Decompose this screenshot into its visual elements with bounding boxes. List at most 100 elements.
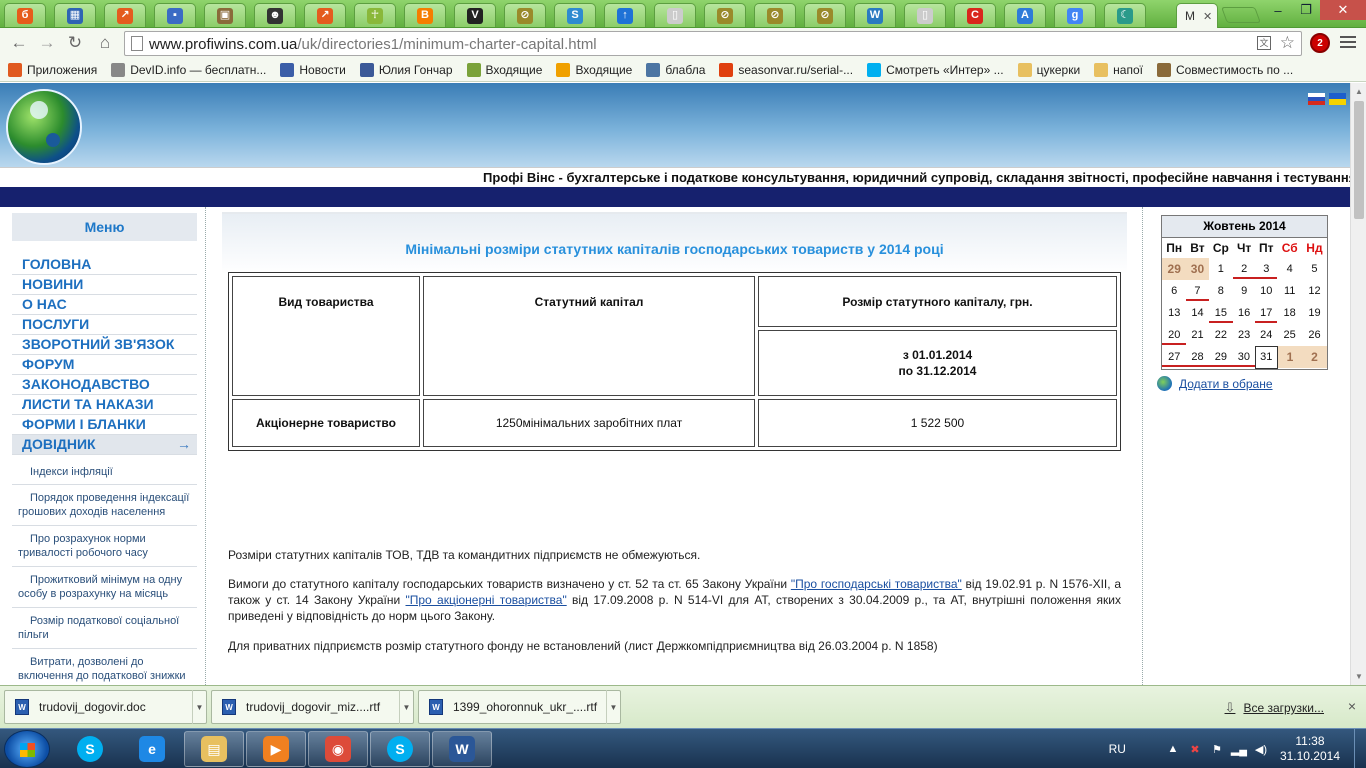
new-tab-button[interactable]	[1221, 7, 1261, 23]
home-icon[interactable]: ⌂	[94, 33, 116, 53]
back-arrow-icon[interactable]: ←	[8, 33, 30, 53]
taskbar-app[interactable]: ▤	[184, 731, 244, 767]
browser-tab-active[interactable]: М ✕	[1176, 3, 1218, 28]
calendar-day[interactable]: 25	[1277, 324, 1301, 346]
tray-arrow-icon[interactable]: ▲	[1166, 742, 1180, 756]
taskbar-app[interactable]: e	[122, 731, 182, 767]
browser-tab[interactable]: ⊘	[804, 3, 846, 27]
calendar-day[interactable]: 4	[1277, 258, 1301, 280]
bookmark-item[interactable]: seasonvar.ru/serial-...	[719, 62, 853, 77]
menu-item[interactable]: ЗАКОНОДАВСТВО	[12, 375, 197, 395]
submenu-item[interactable]: Прожитковий мінімум на одну особу в розр…	[12, 567, 197, 608]
reload-icon[interactable]: ↻	[64, 33, 86, 53]
submenu-item[interactable]: Розмір податкової соціальної пільги	[12, 608, 197, 649]
taskbar-app[interactable]: ◉	[308, 731, 368, 767]
calendar-day[interactable]: 23	[1233, 324, 1255, 346]
taskbar-app[interactable]: W	[432, 731, 492, 767]
calendar-day[interactable]: 7	[1186, 280, 1209, 302]
bookmark-item[interactable]: цукерки	[1017, 62, 1080, 77]
taskbar-app[interactable]: S	[370, 731, 430, 767]
submenu-item[interactable]: Про розрахунок норми тривалості робочого…	[12, 526, 197, 567]
menu-item[interactable]: ДОВІДНИК →	[12, 435, 197, 455]
url-text[interactable]: www.profiwins.com.ua/uk/directories1/min…	[149, 36, 597, 53]
browser-tab[interactable]: C	[954, 3, 996, 27]
site-logo[interactable]	[6, 89, 82, 165]
browser-tab[interactable]: ▯	[654, 3, 696, 27]
close-tab-icon[interactable]: ✕	[1203, 10, 1212, 23]
submenu-item[interactable]: Порядок проведення індексації грошових д…	[12, 485, 197, 526]
bookmark-item[interactable]: DevID.info — бесплатн...	[111, 62, 266, 77]
restore-button[interactable]: ❐	[1292, 0, 1320, 20]
browser-tab[interactable]: ☻	[254, 3, 296, 27]
calendar-day[interactable]: 29	[1208, 346, 1234, 368]
submenu-item[interactable]: Індекси інфляції	[12, 463, 197, 485]
calendar-day[interactable]: 28	[1186, 346, 1209, 368]
calendar-day[interactable]: 16	[1233, 302, 1255, 324]
scroll-up-arrow-icon[interactable]: ▲	[1355, 87, 1363, 96]
close-downloads-button[interactable]: ×	[1348, 698, 1356, 714]
calendar-day[interactable]: 9	[1233, 280, 1255, 302]
translate-icon[interactable]: 文	[1257, 36, 1271, 50]
menu-item[interactable]: ГОЛОВНА	[12, 255, 197, 275]
calendar-day[interactable]: 1	[1209, 258, 1234, 280]
browser-tab[interactable]: ⊘	[704, 3, 746, 27]
calendar-day[interactable]: 30	[1233, 346, 1255, 368]
menu-item[interactable]: ЗВОРОТНИЙ ЗВ'ЯЗОК	[12, 335, 197, 355]
browser-tab[interactable]: A	[1004, 3, 1046, 27]
bookmark-item[interactable]: Смотреть «Интер» ...	[867, 62, 1004, 77]
submenu-item[interactable]: Витрати, дозволені до включення до подат…	[12, 649, 197, 685]
calendar-day[interactable]: 17	[1255, 302, 1278, 324]
browser-tab[interactable]: ↗	[304, 3, 346, 27]
close-window-button[interactable]: ✕	[1320, 0, 1366, 20]
browser-tab[interactable]: g	[1054, 3, 1096, 27]
calendar-day[interactable]: 11	[1277, 280, 1301, 302]
calendar-day[interactable]: 30	[1186, 258, 1209, 280]
calendar-day[interactable]: 24	[1255, 324, 1277, 346]
input-language[interactable]: RU	[1109, 742, 1126, 756]
bookmark-item[interactable]: Приложения	[8, 62, 97, 77]
address-bar[interactable]: www.profiwins.com.ua/uk/directories1/min…	[124, 31, 1302, 56]
flag-tray-icon[interactable]: ⚑	[1210, 742, 1224, 756]
browser-tab[interactable]: B	[404, 3, 446, 27]
calendar-day[interactable]: 22	[1209, 324, 1234, 346]
browser-tab[interactable]: ▯	[904, 3, 946, 27]
browser-tab[interactable]: ☥	[354, 3, 396, 27]
download-menu-chevron-icon[interactable]: ▼	[606, 690, 620, 724]
calendar-day[interactable]: 15	[1208, 302, 1234, 324]
menu-item[interactable]: НОВИНИ	[12, 275, 197, 295]
ukrainian-flag-icon[interactable]	[1329, 93, 1346, 105]
browser-tab[interactable]: V	[454, 3, 496, 27]
menu-item[interactable]: ПОСЛУГИ	[12, 315, 197, 335]
browser-tab[interactable]: S	[554, 3, 596, 27]
download-item[interactable]: Wtrudovij_dogovir.doc ▼	[4, 690, 207, 724]
browser-tab[interactable]: ↗	[104, 3, 146, 27]
law-link-business-companies[interactable]: "Про господарські товариства"	[791, 577, 962, 591]
signal-icon[interactable]: ▂▄	[1231, 742, 1247, 756]
calendar-day[interactable]: 8	[1209, 280, 1234, 302]
page-scrollbar[interactable]: ▲ ▼	[1350, 83, 1366, 685]
calendar-day[interactable]: 21	[1186, 324, 1208, 346]
calendar-day[interactable]: 19	[1302, 302, 1327, 324]
calendar-day[interactable]: 3	[1255, 258, 1278, 280]
calendar-day[interactable]: 29	[1162, 258, 1187, 280]
browser-tab[interactable]: ↑	[604, 3, 646, 27]
forward-arrow-icon[interactable]: →	[36, 33, 58, 53]
calendar-day[interactable]: 5	[1302, 258, 1327, 280]
bookmark-star-icon[interactable]: ☆	[1280, 33, 1295, 53]
browser-tab[interactable]: ▣	[204, 3, 246, 27]
all-downloads-link[interactable]: ⇩ Все загрузки...	[1225, 700, 1324, 716]
calendar-day[interactable]: 20	[1162, 324, 1187, 346]
calendar-day[interactable]: 10	[1255, 280, 1277, 302]
calendar-day[interactable]: 27	[1162, 346, 1187, 368]
calendar-day[interactable]: 26	[1302, 324, 1327, 346]
bookmark-item[interactable]: напої	[1094, 62, 1143, 77]
taskbar-app[interactable]: S	[60, 731, 120, 767]
calendar-day[interactable]: 2	[1301, 346, 1327, 368]
browser-tab[interactable]: W	[854, 3, 896, 27]
bookmark-item[interactable]: Входящие	[466, 62, 542, 77]
calendar-day[interactable]: 14	[1186, 302, 1208, 324]
minimize-button[interactable]: –	[1264, 0, 1292, 20]
scroll-down-arrow-icon[interactable]: ▼	[1355, 672, 1363, 681]
menu-item[interactable]: ФОРУМ	[12, 355, 197, 375]
bookmark-item[interactable]: Совместимость по ...	[1156, 62, 1293, 77]
